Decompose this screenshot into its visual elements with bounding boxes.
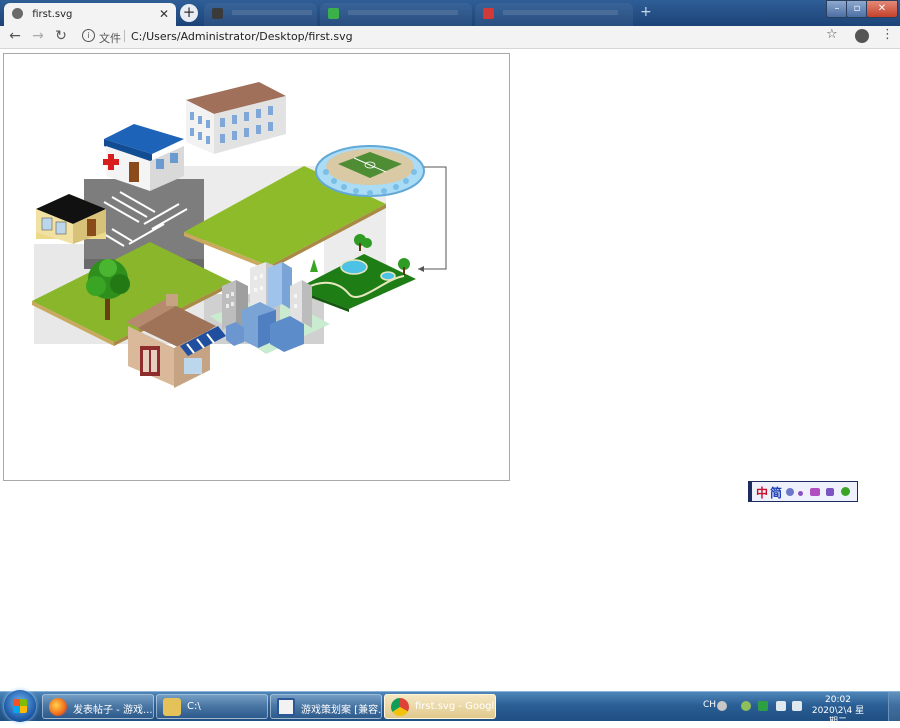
taskbar-item-firefox[interactable]: 发表帖子 - 游戏...: [42, 694, 154, 719]
input-language-indicator[interactable]: CH: [703, 700, 716, 710]
blurred-tab-title: [348, 10, 459, 15]
taskbar-item-label: C:\: [187, 701, 201, 712]
word-icon: [277, 698, 295, 716]
omnibox-divider: [124, 30, 125, 42]
system-clock[interactable]: 20:02 2020\2\4 星期二: [808, 695, 868, 728]
ime-language-bar[interactable]: 中 简: [748, 481, 858, 502]
tab-background-2[interactable]: [320, 3, 472, 26]
tab-close-icon[interactable]: ✕: [159, 7, 169, 21]
taskbar-item-label: 游戏策划案 [兼容...: [301, 705, 382, 716]
page-icon: [483, 8, 494, 19]
tab-title: first.svg: [32, 9, 73, 20]
menu-kebab-icon[interactable]: ⋮: [881, 27, 894, 42]
taskbar-item-chrome[interactable]: first.svg - Googl...: [384, 694, 496, 719]
page-icon: [328, 8, 339, 19]
security-shield-icon[interactable]: [758, 701, 768, 711]
info-icon[interactable]: i: [82, 29, 95, 42]
add-tab-icon[interactable]: +: [640, 4, 652, 20]
system-tray: CH: [700, 692, 900, 721]
network-icon[interactable]: [792, 701, 802, 711]
user-icon[interactable]: [741, 701, 751, 711]
firefox-icon: [49, 698, 67, 716]
taskbar: 发表帖子 - 游戏... C:\ 游戏策划案 [兼容... first.svg …: [0, 690, 900, 727]
taskbar-item-label: first.svg - Googl...: [415, 701, 496, 712]
tab-background-3[interactable]: [475, 3, 633, 26]
moon-icon[interactable]: [786, 488, 794, 496]
clock-date: 2020\2\4 星期二: [811, 706, 865, 727]
maximize-button[interactable]: ▫: [846, 0, 868, 18]
bookmark-star-icon[interactable]: ☆: [826, 27, 838, 42]
url-text[interactable]: C:/Users/Administrator/Desktop/first.svg: [131, 30, 353, 43]
profile-avatar-icon[interactable]: [855, 29, 869, 43]
city-map-illustration: [32, 82, 447, 388]
close-button[interactable]: ✕: [866, 0, 898, 18]
reload-button[interactable]: ↻: [52, 27, 70, 45]
browser-toolbar: ← → ↻ i 文件 C:/Users/Administrator/Deskto…: [0, 26, 900, 49]
blurred-tab-title: [232, 10, 313, 15]
forward-button[interactable]: →: [29, 27, 47, 45]
title-bar: first.svg ✕ + + – ▫ ✕: [0, 0, 900, 26]
taskbar-item-word[interactable]: 游戏策划案 [兼容...: [270, 694, 382, 719]
new-tab-button[interactable]: +: [180, 4, 198, 22]
chrome-icon: [391, 698, 409, 716]
keyboard-icon[interactable]: [810, 488, 820, 496]
globe-icon: [12, 8, 23, 19]
page-icon: [212, 8, 223, 19]
help-icon[interactable]: [841, 487, 850, 496]
clock-time: 20:02: [825, 695, 851, 705]
connector-arrow: [418, 166, 447, 272]
taskbar-item-label: 发表帖子 - 游戏...: [73, 705, 153, 716]
keyboard-layout-icon[interactable]: [717, 701, 727, 711]
tab-first-svg[interactable]: first.svg ✕: [4, 3, 176, 26]
wrench-icon[interactable]: [826, 488, 834, 496]
volume-icon[interactable]: [776, 701, 786, 711]
blurred-tab-title: [503, 10, 619, 15]
start-button[interactable]: [4, 690, 36, 722]
address-bar[interactable]: i 文件 C:/Users/Administrator/Desktop/firs…: [78, 28, 846, 46]
apartment-building-icon: [186, 82, 286, 154]
back-button[interactable]: ←: [6, 27, 24, 45]
show-desktop-button[interactable]: [888, 692, 900, 721]
windows-logo-icon: [13, 699, 27, 713]
svg-image-frame: [3, 53, 510, 481]
folder-icon: [163, 698, 181, 716]
tab-background-1[interactable]: [204, 3, 317, 26]
taskbar-item-explorer[interactable]: C:\: [156, 694, 268, 719]
punctuation-icon[interactable]: [798, 491, 803, 496]
ime-mode-label[interactable]: 中: [756, 484, 768, 501]
minimize-button[interactable]: –: [826, 0, 848, 18]
ime-charset-label[interactable]: 简: [770, 484, 782, 501]
protocol-label: 文件: [99, 32, 121, 45]
stadium-icon: [315, 145, 425, 197]
